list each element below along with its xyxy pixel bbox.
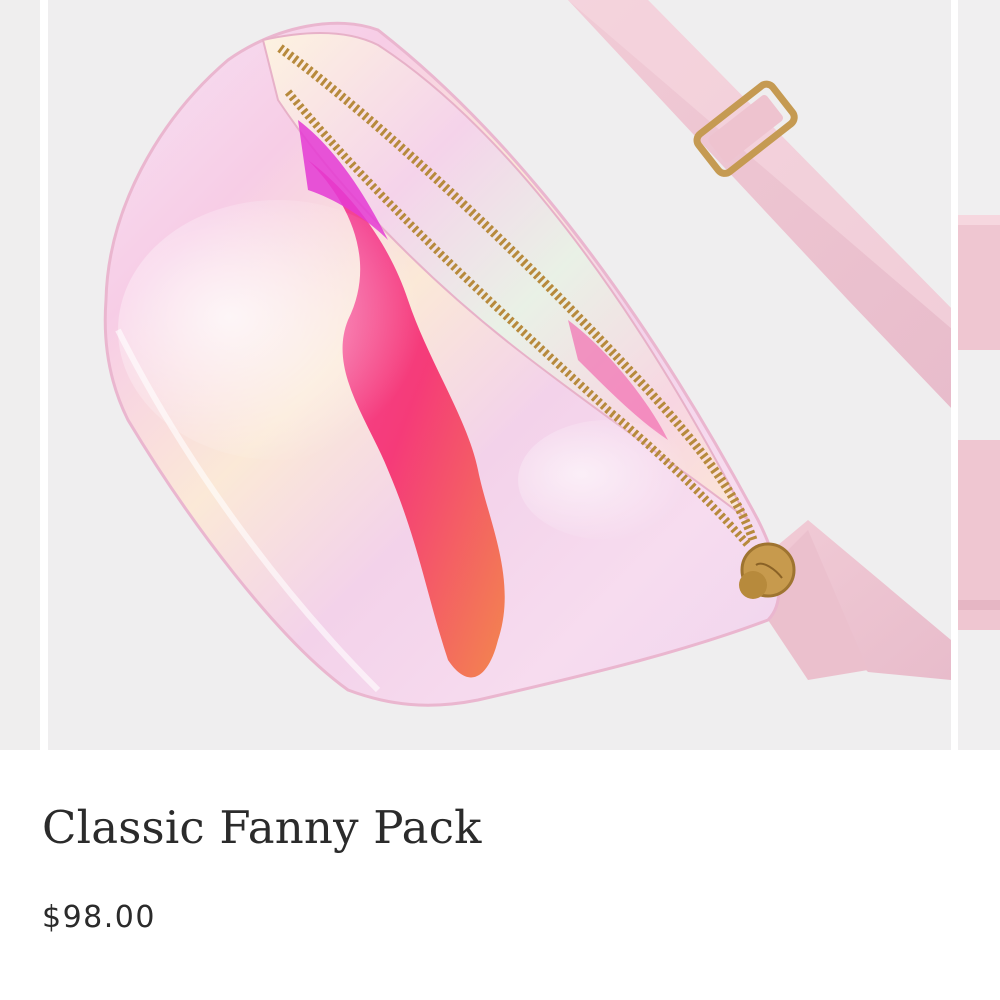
strap-peek-photo-icon [958,215,1000,630]
product-title[interactable]: Classic Fanny Pack [42,798,482,858]
next-slide-peek[interactable] [958,0,1000,750]
previous-slide-peek[interactable] [0,0,40,750]
fanny-pack-photo-icon [103,0,951,707]
product-image[interactable] [48,0,951,750]
product-card: Classic Fanny Pack $98.00 [0,0,1000,1000]
product-image-carousel[interactable] [0,0,1000,750]
product-price: $98.00 [42,900,156,935]
